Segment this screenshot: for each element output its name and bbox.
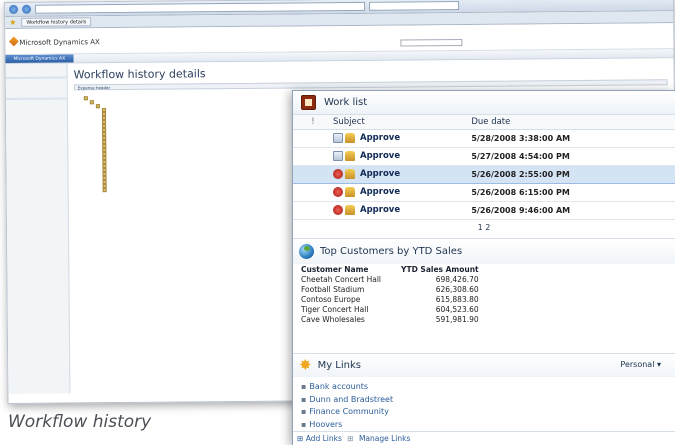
table-row[interactable]: Approve 5/26/2008 6:15:00 PM: [293, 183, 675, 202]
table-row[interactable]: Approve 5/28/2008 3:38:00 AM: [293, 129, 675, 148]
list-item[interactable]: ▪ Finance Community: [301, 406, 393, 419]
customer-name: Cheetah Concert Hall: [301, 275, 382, 284]
folder-icon: [95, 104, 100, 109]
envelope-icon: [333, 150, 343, 161]
table-row[interactable]: Approve 5/27/2008 4:54:00 PM: [293, 147, 675, 166]
quick-launch-sidebar: [5, 63, 71, 394]
table-row: Cheetah Concert Hall 698,426.70: [301, 275, 479, 285]
page-title: Workflow history details: [73, 67, 206, 82]
ytd-sales-amount: 615,883.80: [435, 295, 479, 304]
work-list-pager[interactable]: 1 2: [293, 220, 675, 236]
table-row-selected[interactable]: Approve 5/26/2008 2:55:00 PM: [293, 164, 675, 184]
row-subject-link[interactable]: Approve: [357, 187, 400, 197]
favorites-star-icon[interactable]: ★: [9, 18, 16, 27]
my-links-list: ▪ Bank accounts ▪ Dunn and Bradstreet ▪ Fin…: [301, 381, 393, 431]
ytd-sales-amount: 604,523.60: [435, 305, 479, 314]
customer-name: Cave Wholesales: [301, 315, 365, 324]
row-subject-link[interactable]: Approve: [357, 133, 400, 143]
dynamics-logo-icon: [8, 36, 19, 47]
row-subject-link[interactable]: Approve: [357, 151, 400, 161]
globe-icon: [299, 243, 314, 259]
link-text[interactable]: Dunn and Bradstreet: [309, 395, 393, 404]
table-row: Football Stadium 626,308.60: [301, 285, 479, 295]
envelope-icon: [333, 132, 343, 143]
approver-icon: [345, 132, 355, 143]
back-icon[interactable]: [9, 4, 19, 14]
list-item[interactable]: ▪ Bank accounts: [301, 381, 393, 394]
high-priority-icon: [333, 168, 343, 179]
bullet-icon: ▪: [301, 382, 307, 391]
table-row: Tiger Concert Hall 604,523.60: [301, 305, 479, 315]
priority-column-header[interactable]: !: [293, 115, 333, 130]
ql-item[interactable]: [6, 92, 67, 95]
expense-header-bar[interactable]: Expense header: [73, 79, 668, 91]
list-item[interactable]: ▪ Dunn and Bradstreet: [301, 394, 393, 407]
portal-site-title: Microsoft Dynamics AX: [19, 38, 100, 47]
customer-name: Football Stadium: [301, 285, 365, 294]
links-scope-value: Personal: [620, 360, 655, 369]
row-due-date: 5/26/2008 9:46:00 AM: [471, 201, 675, 220]
chevron-down-icon: ▾: [656, 360, 661, 369]
link-text[interactable]: Finance Community: [309, 407, 388, 416]
manage-links-link[interactable]: Manage Links: [359, 434, 410, 443]
add-icon: ⊞: [297, 434, 304, 443]
folder-icon: [83, 96, 88, 101]
my-links-title: My Links: [317, 360, 361, 371]
url-field[interactable]: [35, 1, 366, 14]
browser-tab[interactable]: Workflow history details: [21, 17, 92, 27]
ytd-sales-amount: 591,981.90: [435, 315, 479, 324]
subject-column-header[interactable]: Subject: [333, 115, 472, 130]
due-date-column-header[interactable]: Due date: [471, 115, 675, 130]
star-burst-icon: ✸: [299, 356, 312, 374]
folder-icon: [89, 100, 94, 105]
bullet-icon: ▪: [301, 419, 307, 429]
table-row: Contoso Europe 615,883.80: [301, 295, 479, 305]
high-priority-icon: [333, 204, 343, 215]
portal-search-input[interactable]: [400, 39, 463, 47]
forward-icon[interactable]: [22, 4, 32, 14]
work-list-title: Work list: [324, 97, 368, 108]
ytd-sales-column-header: YTD Sales Amount: [401, 264, 479, 274]
approver-icon: [345, 168, 355, 179]
top-customers-header: Top Customers by YTD Sales: [293, 237, 675, 264]
browser-search-field[interactable]: [369, 1, 460, 11]
top-customers-title: Top Customers by YTD Sales: [320, 245, 463, 257]
work-list-icon: [301, 95, 316, 110]
my-links-header: ✸ My Links Personal ▾: [293, 353, 675, 377]
high-priority-icon: [333, 186, 343, 197]
bullet-icon: ▪: [301, 407, 307, 416]
row-due-date: 5/26/2008 6:15:00 PM: [471, 183, 675, 202]
ql-item[interactable]: [6, 103, 67, 106]
customer-name: Contoso Europe: [301, 295, 361, 304]
ytd-sales-amount: 626,308.60: [435, 285, 479, 294]
row-due-date: 5/27/2008 4:54:00 PM: [471, 147, 675, 166]
list-item[interactable]: ▪ Hoovers: [301, 419, 393, 432]
web-parts-panel: Work list ! Subject Due date Approve 5/2…: [292, 90, 675, 445]
customer-name: Tiger Concert Hall: [301, 305, 369, 314]
top-customers-table: Customer Name YTD Sales Amount Cheetah C…: [301, 264, 479, 325]
approver-icon: [345, 150, 355, 161]
manage-icon: ⊞: [347, 434, 354, 443]
add-links-link[interactable]: Add Links: [306, 434, 342, 443]
my-links-footer: ⊞ Add Links ⊞ Manage Links: [293, 431, 675, 445]
links-scope-dropdown[interactable]: Personal ▾: [620, 360, 661, 369]
approver-icon: [345, 186, 355, 197]
work-list-table: ! Subject Due date Approve 5/28/2008 3:3…: [293, 115, 675, 220]
nav-home-tab[interactable]: Microsoft Dynamics AX: [5, 54, 74, 63]
folder-icon: [102, 188, 107, 193]
row-due-date: 5/28/2008 3:38:00 AM: [471, 129, 675, 148]
approver-icon: [345, 204, 355, 215]
table-row[interactable]: Approve 5/26/2008 9:46:00 AM: [293, 201, 675, 220]
work-list-header: Work list: [293, 91, 675, 115]
customer-name-column-header: Customer Name: [301, 264, 369, 274]
bullet-icon: ▪: [301, 394, 307, 404]
row-due-date: 5/26/2008 2:55:00 PM: [471, 164, 675, 184]
figure-caption: Workflow history: [8, 412, 152, 432]
ytd-sales-amount: 698,426.70: [435, 275, 479, 284]
link-text[interactable]: Bank accounts: [309, 382, 368, 391]
link-text[interactable]: Hoovers: [309, 420, 342, 429]
row-subject-link[interactable]: Approve: [357, 169, 400, 179]
table-row: Cave Wholesales 591,981.90: [301, 315, 479, 325]
row-subject-link[interactable]: Approve: [357, 205, 400, 215]
